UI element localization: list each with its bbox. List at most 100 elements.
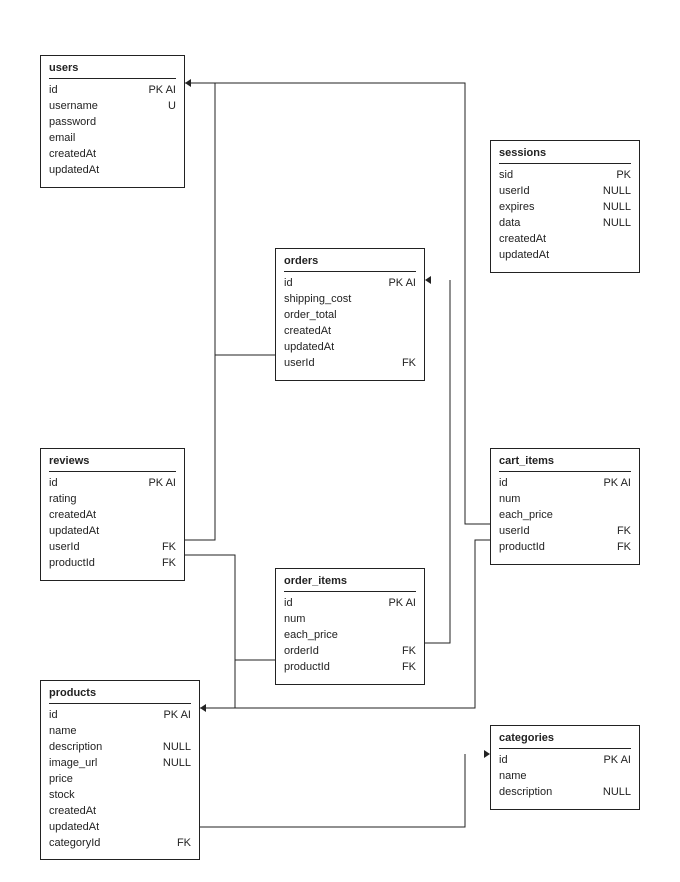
field-row: updatedAt [49,524,176,540]
field-row: productIdFK [284,660,416,676]
field-row: categoryId FK [49,836,191,852]
arrowhead-icon [425,276,431,284]
field-row: shipping_cost [284,292,416,308]
field-name: updatedAt [284,340,342,356]
field-attr: PK AI [148,83,176,99]
field-row: email [49,131,176,147]
entity-title: reviews [49,455,176,472]
field-attr: PK AI [603,476,631,492]
field-name: categoryId [49,836,108,852]
field-name: each_price [499,508,561,524]
field-attr: FK [402,356,416,372]
field-name: data [499,216,528,232]
field-row: id PK AI [284,596,416,612]
connector-line [185,83,215,540]
field-attr: NULL [603,200,631,216]
entity-users: usersidPK AIusernameUpasswordemailcreate… [40,55,185,188]
field-attr: FK [617,540,631,556]
arrowhead-icon [185,79,191,87]
field-attr: PK AI [388,276,416,292]
field-row: idPK AI [49,708,191,724]
field-row: expiresNULL [499,200,631,216]
field-name: orderId [284,644,327,660]
field-name: userId [499,524,538,540]
field-row: descriptionNULL [499,785,631,801]
field-name: price [49,772,81,788]
field-name: userId [499,184,538,200]
field-row: dataNULL [499,216,631,232]
field-attr: NULL [603,184,631,200]
entity-title: sessions [499,147,631,164]
connector-line [425,280,450,643]
field-row: idPK AI [499,753,631,769]
field-name: updatedAt [49,820,107,836]
field-row: updatedAt [499,248,631,264]
entity-title: orders [284,255,416,272]
field-name: description [49,740,110,756]
field-name: name [499,769,535,785]
field-row: stock [49,788,191,804]
field-row: orderId FK [284,644,416,660]
field-row: name [499,769,631,785]
field-row: rating [49,492,176,508]
field-attr: PK AI [148,476,176,492]
entity-order_items: order_itemsid PK AInumeach_priceorderId FK… [275,568,425,685]
field-row: password [49,115,176,131]
field-row: id PK AI [284,276,416,292]
field-row: userIdFK [49,540,176,556]
field-name: id [284,596,301,612]
field-name: id [499,753,516,769]
field-name: userId [49,540,88,556]
field-name: id [49,708,66,724]
field-name: image_url [49,756,105,772]
field-name: updatedAt [49,163,107,179]
field-row: sid PK [499,168,631,184]
field-row: num [284,612,416,628]
field-name: id [49,83,66,99]
field-name: username [49,99,106,115]
entity-sessions: sessionssidPKuserIdNULLexpiresNULLdataNU… [490,140,640,273]
field-name: each_price [284,628,346,644]
entity-title: cart_items [499,455,631,472]
field-attr: NULL [163,756,191,772]
field-row: userId NULL [499,184,631,200]
field-name: id [499,476,516,492]
field-name: id [49,476,66,492]
field-name: password [49,115,104,131]
field-attr: PK [616,168,631,184]
field-row: updatedAt [284,340,416,356]
field-row: updatedAt [49,163,176,179]
field-attr: PK AI [388,596,416,612]
field-row: id PK AI [49,83,176,99]
field-attr: NULL [163,740,191,756]
field-row: productIdFK [49,556,176,572]
entity-title: order_items [284,575,416,592]
field-attr: FK [402,644,416,660]
field-row: userId FK [499,524,631,540]
field-name: productId [284,660,338,676]
field-name: id [284,276,301,292]
entity-categories: categoriesidPK AInamedescriptionNULL [490,725,640,810]
field-row: description NULL [49,740,191,756]
field-row: userId FK [284,356,416,372]
entity-cart_items: cart_itemsidPK AInumeach_priceuserIdFKpr… [490,448,640,565]
field-attr: FK [617,524,631,540]
field-attr: FK [177,836,191,852]
field-row: username U [49,99,176,115]
entity-reviews: reviews id PK AI ratingcreatedAtupdatedAtus… [40,448,185,581]
field-row: order_total [284,308,416,324]
field-name: shipping_cost [284,292,359,308]
field-row: createdAt [284,324,416,340]
field-row: price [49,772,191,788]
field-name: createdAt [49,508,104,524]
field-name: productId [499,540,553,556]
field-row: image_url NULL [49,756,191,772]
field-row: id PK AI [499,476,631,492]
field-attr: U [168,99,176,115]
field-row: createdAt [49,147,176,163]
field-row: createdAt [499,232,631,248]
field-name: userId [284,356,323,372]
field-name: sid [499,168,521,184]
field-name: rating [49,492,85,508]
field-name: description [499,785,560,801]
